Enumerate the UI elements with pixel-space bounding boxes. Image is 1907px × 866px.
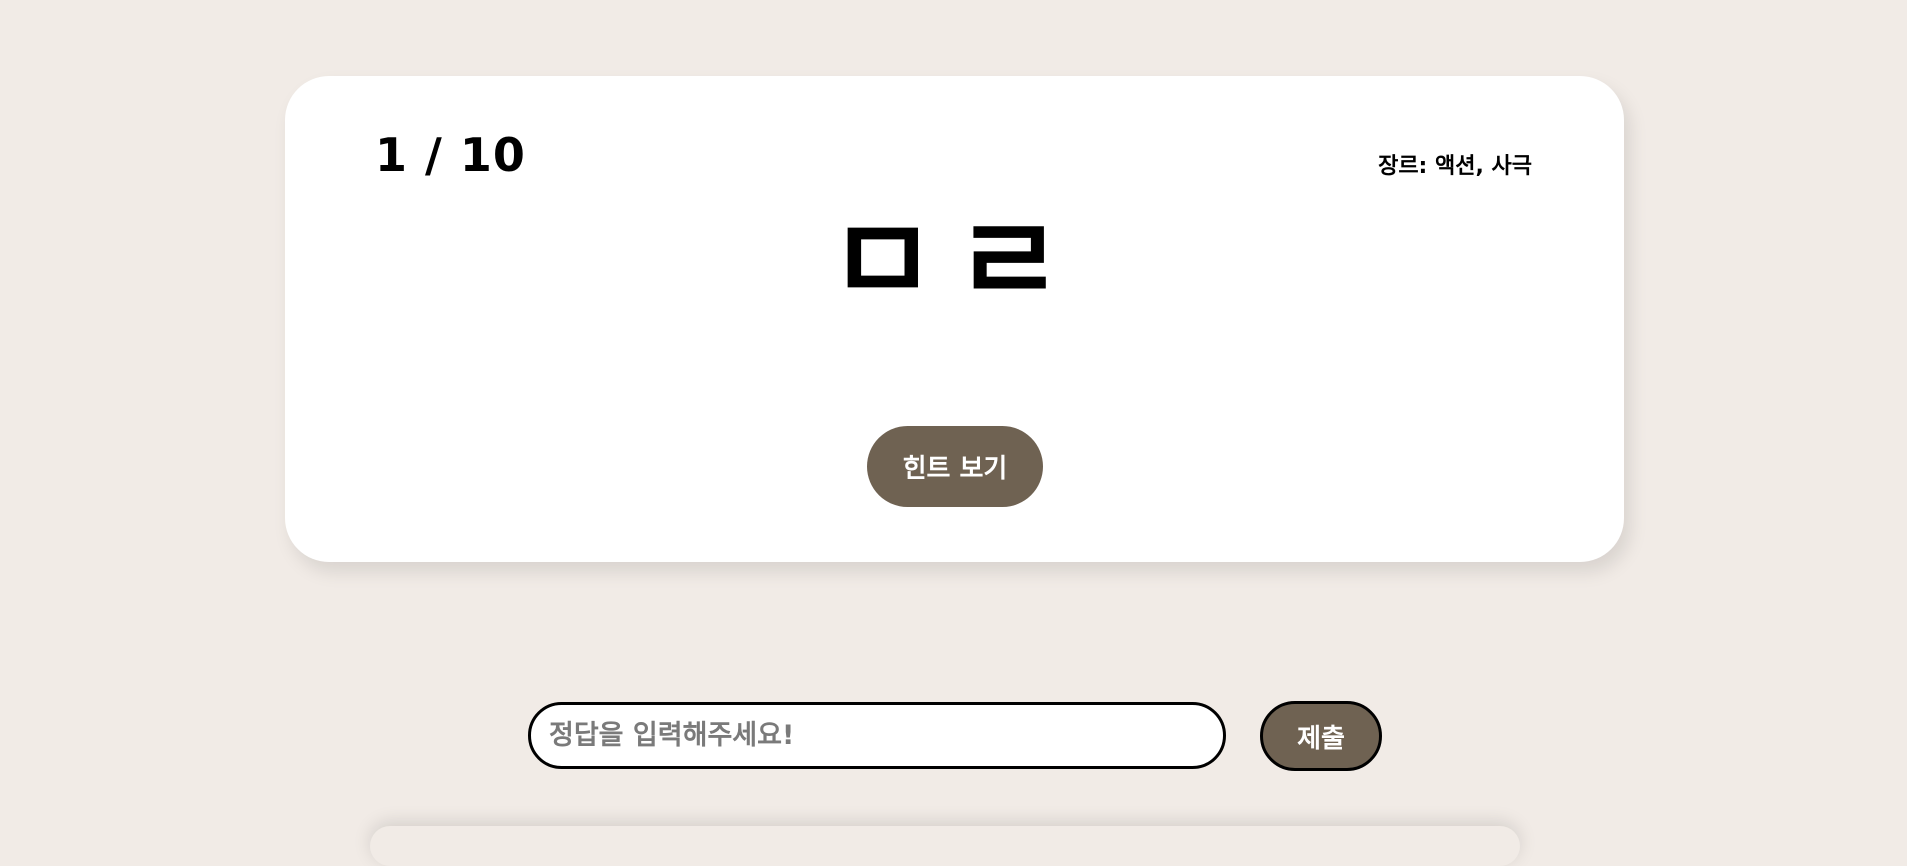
quiz-card: 1 / 10 장르: 액션, 사극 ㅁㄹ 힌트 보기 <box>285 76 1624 562</box>
hint-button[interactable]: 힌트 보기 <box>867 426 1043 507</box>
genre-label: 장르: 액션, 사극 <box>1378 154 1532 179</box>
question-progress: 1 / 10 <box>375 128 526 182</box>
answer-input[interactable] <box>528 702 1226 769</box>
chosung-clue: ㅁㄹ <box>827 192 1082 330</box>
submit-button[interactable]: 제출 <box>1260 701 1382 771</box>
bottom-panel-edge <box>370 826 1520 866</box>
